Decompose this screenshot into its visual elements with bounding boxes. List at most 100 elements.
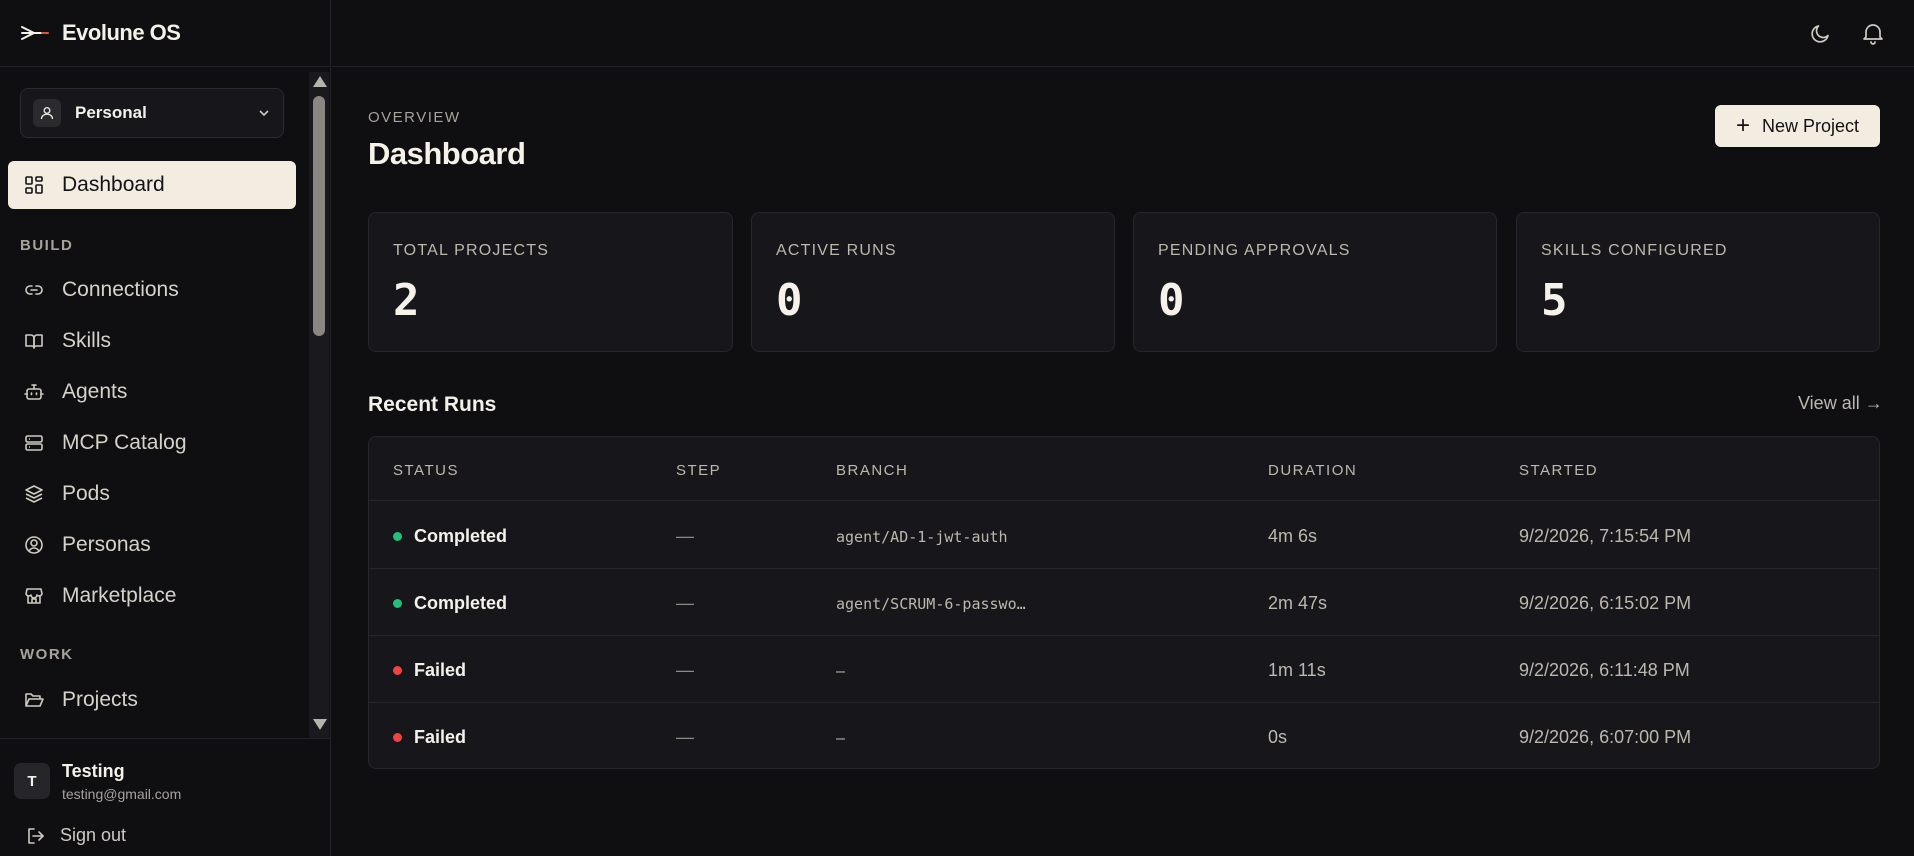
stat-label: PENDING APPROVALS (1158, 242, 1351, 259)
sidebar-item-personas[interactable]: Personas (8, 521, 296, 569)
run-started: 9/2/2026, 6:07:00 PM (1519, 727, 1692, 747)
run-status: Failed (393, 727, 466, 748)
sidebar-item-marketplace[interactable]: Marketplace (8, 572, 296, 620)
run-step: — (676, 593, 694, 613)
user-profile: T Testing testing@gmail.com Sign out (0, 738, 331, 856)
sidebar-item-dashboard[interactable]: Dashboard (8, 161, 296, 209)
plus-icon: + (1735, 112, 1750, 139)
run-step: — (676, 660, 694, 680)
sidebar-scroll-area: Personal Dashboard BUILD Connections Ski… (0, 68, 331, 738)
stat-card-pending-approvals: PENDING APPROVALS 0 (1133, 212, 1497, 352)
page-title: Dashboard (368, 136, 526, 171)
brand[interactable]: Evolune OS (0, 0, 330, 67)
run-status: Failed (393, 660, 466, 681)
status-label: Failed (414, 660, 467, 680)
run-status: Completed (393, 526, 507, 547)
sidebar: Evolune OS Personal Dashboard BUILD Conn… (0, 0, 331, 856)
sidebar-item-label: Agents (62, 380, 128, 403)
stat-value: 0 (776, 275, 803, 326)
status-label: Failed (414, 727, 467, 747)
sidebar-item-pods[interactable]: Pods (8, 470, 296, 518)
run-started: 9/2/2026, 6:15:02 PM (1519, 593, 1692, 613)
user-circle-icon (25, 536, 43, 554)
run-duration: 4m 6s (1268, 526, 1318, 546)
run-step: — (676, 526, 694, 546)
sidebar-item-skills[interactable]: Skills (8, 317, 296, 365)
table-row[interactable]: Failed — – 1m 11s 9/2/2026, 6:11:48 PM (369, 636, 1879, 703)
section-label-work: WORK (20, 646, 74, 663)
chevron-down-icon (259, 110, 269, 117)
column-header-status: STATUS (393, 462, 459, 479)
stat-card-active-runs: ACTIVE RUNS 0 (751, 212, 1115, 352)
sidebar-item-agents[interactable]: Agents (8, 368, 296, 416)
sidebar-item-label: Skills (62, 329, 112, 352)
run-step: — (676, 727, 694, 747)
sidebar-item-label: MCP Catalog (62, 431, 187, 454)
scroll-up-arrow-icon[interactable] (313, 76, 327, 87)
run-started: 9/2/2026, 7:15:54 PM (1519, 526, 1692, 546)
section-label-build: BUILD (20, 237, 74, 254)
new-project-label: New Project (1761, 115, 1860, 136)
sidebar-item-label: Connections (62, 278, 179, 301)
workspace-label: Personal (75, 103, 147, 122)
log-out-icon (28, 827, 44, 844)
sign-out-label: Sign out (60, 825, 127, 845)
column-header-started: STARTED (1519, 462, 1599, 479)
column-header-branch: BRANCH (836, 462, 909, 479)
run-duration: 0s (1268, 727, 1288, 747)
run-branch: – (836, 662, 846, 680)
table-row[interactable]: Failed — – 0s 9/2/2026, 6:07:00 PM (369, 703, 1879, 768)
sidebar-item-label: Marketplace (62, 584, 177, 607)
run-branch: agent/SCRUM-6-passwo… (836, 595, 1026, 613)
store-icon (25, 588, 43, 604)
scroll-down-arrow-icon[interactable] (313, 719, 327, 730)
recent-runs-title: Recent Runs (368, 393, 497, 416)
new-project-button[interactable]: + New Project (1715, 105, 1880, 147)
status-dot (393, 532, 402, 541)
table-row[interactable]: Completed — agent/SCRUM-6-passwo… 2m 47s… (369, 569, 1879, 636)
status-label: Completed (414, 526, 508, 546)
sidebar-scrollbar[interactable] (309, 72, 329, 738)
column-header-duration: DURATION (1268, 462, 1358, 479)
stat-label: TOTAL PROJECTS (393, 242, 550, 259)
run-started: 9/2/2026, 6:11:48 PM (1519, 660, 1690, 680)
server-icon (25, 435, 43, 451)
sidebar-item-label: Dashboard (62, 173, 165, 196)
page-eyebrow: OVERVIEW (368, 109, 461, 126)
link-icon (25, 285, 43, 295)
bot-icon (24, 384, 44, 400)
user-email: testing@gmail.com (62, 786, 182, 802)
stat-value: 5 (1541, 275, 1568, 326)
run-status: Completed (393, 593, 507, 614)
sidebar-item-connections[interactable]: Connections (8, 266, 296, 314)
book-open-icon (25, 334, 43, 349)
stat-value: 2 (393, 275, 420, 326)
avatar[interactable]: T (14, 763, 50, 799)
sidebar-item-label: Projects (62, 688, 138, 711)
status-dot (393, 599, 402, 608)
table-row[interactable]: Completed — agent/AD-1-jwt-auth 4m 6s 9/… (369, 502, 1879, 569)
layers-icon (25, 485, 43, 503)
column-header-step: STEP (676, 462, 722, 479)
logo-icon (21, 26, 49, 40)
workspace-switcher[interactable]: Personal (20, 88, 284, 138)
run-branch: – (836, 729, 846, 747)
dashboard-icon (25, 176, 43, 194)
brand-name: Evolune OS (62, 20, 181, 45)
sidebar-item-label: Pods (62, 482, 110, 505)
status-dot (393, 733, 402, 742)
status-label: Completed (414, 593, 508, 613)
table-header: STATUS STEP BRANCH DURATION STARTED (369, 437, 1879, 501)
sign-out-button[interactable]: Sign out (26, 825, 126, 846)
sidebar-item-label: Personas (62, 533, 151, 556)
moon-icon[interactable] (1808, 20, 1834, 46)
sidebar-item-mcp-catalog[interactable]: MCP Catalog (8, 419, 296, 467)
scrollbar-thumb[interactable] (313, 96, 325, 336)
user-icon (33, 99, 61, 127)
top-bar (332, 0, 1914, 67)
recent-runs-table: STATUS STEP BRANCH DURATION STARTED Comp… (368, 436, 1880, 769)
bell-icon[interactable] (1860, 20, 1886, 46)
view-all-link[interactable]: View all → (1798, 393, 1883, 414)
sidebar-item-projects[interactable]: Projects (8, 676, 296, 724)
stat-label: ACTIVE RUNS (776, 242, 897, 259)
